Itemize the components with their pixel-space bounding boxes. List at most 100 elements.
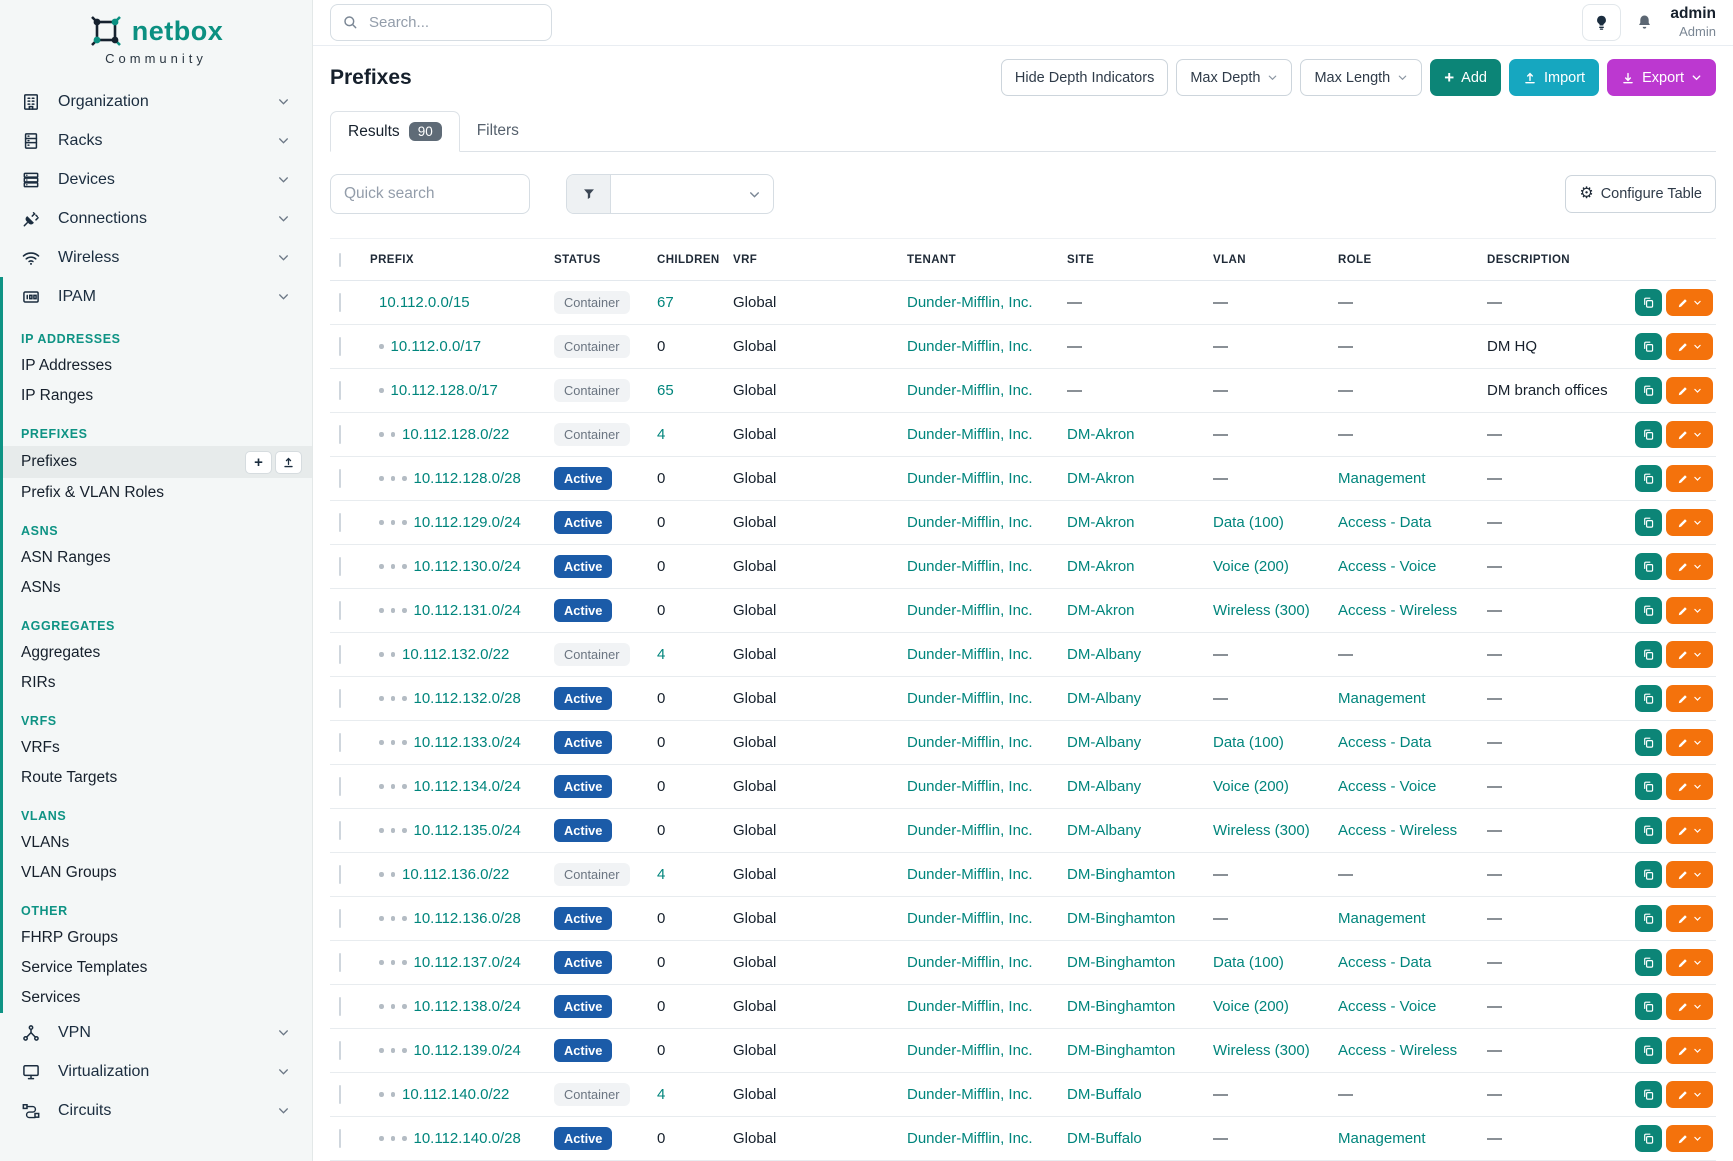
tenant-link[interactable]: Dunder-Mifflin, Inc.: [907, 646, 1033, 663]
prefix-link[interactable]: 10.112.132.0/28: [414, 690, 521, 707]
clone-prefix-button[interactable]: [1635, 377, 1662, 404]
site-link[interactable]: DM-Buffalo: [1067, 1086, 1142, 1103]
tab-filters[interactable]: Filters: [460, 111, 536, 151]
row-checkbox[interactable]: [339, 777, 341, 796]
global-search-input[interactable]: [330, 4, 552, 41]
children-count[interactable]: 4: [657, 1086, 665, 1103]
prefix-link[interactable]: 10.112.140.0/22: [402, 1086, 509, 1103]
sidebar-item-connections[interactable]: Connections: [0, 199, 312, 238]
clone-prefix-button[interactable]: [1635, 949, 1662, 976]
children-count[interactable]: 65: [657, 382, 674, 399]
export-button[interactable]: Export: [1607, 59, 1716, 96]
prefix-link[interactable]: 10.112.130.0/24: [414, 558, 521, 575]
row-checkbox[interactable]: [339, 381, 341, 400]
edit-prefix-button[interactable]: [1666, 949, 1713, 976]
edit-prefix-button[interactable]: [1666, 993, 1713, 1020]
vlan-link[interactable]: Wireless (300): [1213, 1042, 1310, 1059]
clone-prefix-button[interactable]: [1635, 641, 1662, 668]
sidebar-item-prefix-vlan-roles[interactable]: Prefix & VLAN Roles: [3, 478, 312, 508]
column-header-prefix[interactable]: PREFIX: [370, 254, 554, 266]
prefix-link[interactable]: 10.112.131.0/24: [414, 602, 521, 619]
max-length-dropdown[interactable]: Max Length: [1300, 59, 1422, 96]
site-link[interactable]: DM-Binghamton: [1067, 998, 1175, 1015]
edit-prefix-button[interactable]: [1666, 553, 1713, 580]
site-link[interactable]: DM-Binghamton: [1067, 1042, 1175, 1059]
tenant-link[interactable]: Dunder-Mifflin, Inc.: [907, 294, 1033, 311]
sidebar-item-circuits[interactable]: Circuits: [0, 1091, 312, 1130]
role-link[interactable]: Access - Wireless: [1338, 822, 1457, 839]
column-header-children[interactable]: CHILDREN: [657, 254, 733, 266]
tab-results[interactable]: Results 90: [330, 111, 460, 152]
row-checkbox[interactable]: [339, 733, 341, 752]
clone-prefix-button[interactable]: [1635, 333, 1662, 360]
configure-table-button[interactable]: ⚙ Configure Table: [1565, 175, 1716, 213]
sidebar-item-asns[interactable]: ASNs: [3, 573, 312, 603]
clone-prefix-button[interactable]: [1635, 1125, 1662, 1152]
prefix-link[interactable]: 10.112.128.0/22: [402, 426, 509, 443]
tenant-link[interactable]: Dunder-Mifflin, Inc.: [907, 382, 1033, 399]
site-link[interactable]: DM-Albany: [1067, 778, 1141, 795]
edit-prefix-button[interactable]: [1666, 729, 1713, 756]
notifications-bell-icon[interactable]: [1635, 13, 1654, 32]
theme-toggle-button[interactable]: [1582, 4, 1621, 41]
sidebar-item-prefixes[interactable]: Prefixes+: [3, 446, 312, 478]
vlan-link[interactable]: Data (100): [1213, 954, 1284, 971]
tenant-link[interactable]: Dunder-Mifflin, Inc.: [907, 1086, 1033, 1103]
prefix-link[interactable]: 10.112.0.0/17: [391, 338, 482, 355]
prefix-link[interactable]: 10.112.134.0/24: [414, 778, 521, 795]
role-link[interactable]: Access - Data: [1338, 514, 1431, 531]
tenant-link[interactable]: Dunder-Mifflin, Inc.: [907, 910, 1033, 927]
hide-depth-indicators-button[interactable]: Hide Depth Indicators: [1001, 59, 1168, 96]
edit-prefix-button[interactable]: [1666, 905, 1713, 932]
clone-prefix-button[interactable]: [1635, 905, 1662, 932]
add-button[interactable]: + Add: [1430, 59, 1501, 96]
tenant-link[interactable]: Dunder-Mifflin, Inc.: [907, 602, 1033, 619]
tenant-link[interactable]: Dunder-Mifflin, Inc.: [907, 514, 1033, 531]
sidebar-item-virtualization[interactable]: Virtualization: [0, 1052, 312, 1091]
edit-prefix-button[interactable]: [1666, 377, 1713, 404]
children-count[interactable]: 4: [657, 866, 665, 883]
edit-prefix-button[interactable]: [1666, 817, 1713, 844]
children-count[interactable]: 4: [657, 426, 665, 443]
role-link[interactable]: Management: [1338, 470, 1426, 487]
role-link[interactable]: Management: [1338, 690, 1426, 707]
sidebar-item-vlan-groups[interactable]: VLAN Groups: [3, 858, 312, 888]
vlan-link[interactable]: Wireless (300): [1213, 822, 1310, 839]
edit-prefix-button[interactable]: [1666, 1037, 1713, 1064]
edit-prefix-button[interactable]: [1666, 685, 1713, 712]
prefix-link[interactable]: 10.112.135.0/24: [414, 822, 521, 839]
row-checkbox[interactable]: [339, 293, 341, 312]
site-link[interactable]: DM-Albany: [1067, 822, 1141, 839]
sidebar-item-ip-addresses[interactable]: IP Addresses: [3, 351, 312, 381]
netbox-logo[interactable]: netbox Community: [0, 0, 312, 70]
sidebar-item-asn-ranges[interactable]: ASN Ranges: [3, 543, 312, 573]
tenant-link[interactable]: Dunder-Mifflin, Inc.: [907, 1130, 1033, 1147]
quick-search-input[interactable]: [330, 174, 530, 214]
vlan-link[interactable]: Data (100): [1213, 734, 1284, 751]
edit-prefix-button[interactable]: [1666, 773, 1713, 800]
site-link[interactable]: DM-Albany: [1067, 734, 1141, 751]
sidebar-item-aggregates[interactable]: Aggregates: [3, 638, 312, 668]
tenant-link[interactable]: Dunder-Mifflin, Inc.: [907, 998, 1033, 1015]
role-link[interactable]: Access - Data: [1338, 734, 1431, 751]
row-checkbox[interactable]: [339, 337, 341, 356]
prefix-link[interactable]: 10.112.136.0/22: [402, 866, 509, 883]
role-link[interactable]: Access - Voice: [1338, 778, 1436, 795]
tenant-link[interactable]: Dunder-Mifflin, Inc.: [907, 778, 1033, 795]
tenant-link[interactable]: Dunder-Mifflin, Inc.: [907, 734, 1033, 751]
add-prefix-button[interactable]: +: [245, 451, 272, 474]
tenant-link[interactable]: Dunder-Mifflin, Inc.: [907, 426, 1033, 443]
vlan-link[interactable]: Voice (200): [1213, 778, 1289, 795]
edit-prefix-button[interactable]: [1666, 641, 1713, 668]
tenant-link[interactable]: Dunder-Mifflin, Inc.: [907, 1042, 1033, 1059]
sidebar-item-racks[interactable]: Racks: [0, 121, 312, 160]
prefix-link[interactable]: 10.112.136.0/28: [414, 910, 521, 927]
prefix-link[interactable]: 10.112.129.0/24: [414, 514, 521, 531]
select-all-checkbox[interactable]: [339, 253, 341, 267]
edit-prefix-button[interactable]: [1666, 333, 1713, 360]
edit-prefix-button[interactable]: [1666, 465, 1713, 492]
clone-prefix-button[interactable]: [1635, 553, 1662, 580]
role-link[interactable]: Access - Voice: [1338, 558, 1436, 575]
site-link[interactable]: DM-Binghamton: [1067, 954, 1175, 971]
clone-prefix-button[interactable]: [1635, 1081, 1662, 1108]
